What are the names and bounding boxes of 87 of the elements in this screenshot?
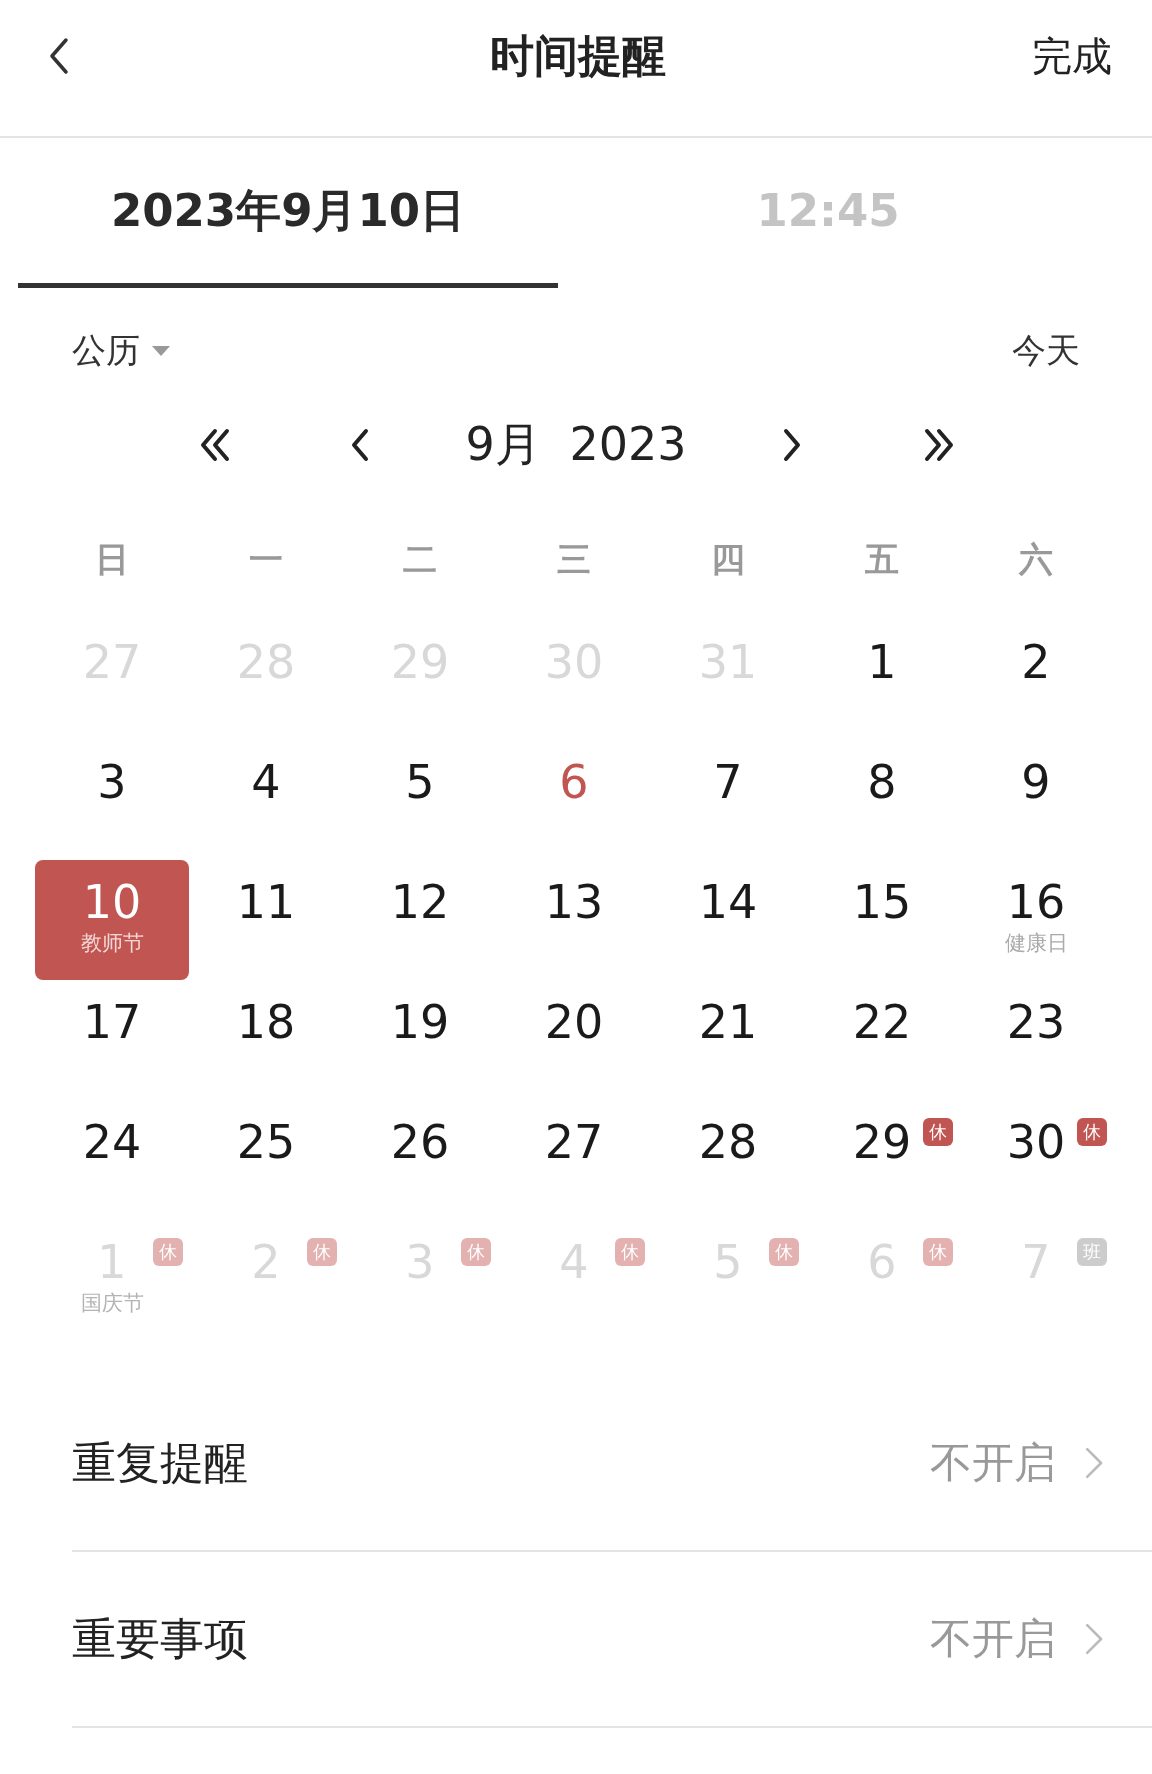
day-number: 4 [251, 754, 281, 810]
tab[interactable]: 2023年9月10日 [18, 138, 558, 288]
day-cell[interactable]: 9 [959, 740, 1113, 860]
day-number: 27 [544, 1114, 604, 1170]
holiday-badge: 休 [615, 1238, 645, 1266]
day-cell[interactable]: 30 休 [959, 1100, 1113, 1220]
day-cell[interactable]: 23 [959, 980, 1113, 1100]
month-year-label: 9月 2023 [464, 416, 688, 473]
day-cell[interactable]: 29 休 [805, 1100, 959, 1220]
day-number: 30 [1006, 1114, 1066, 1170]
today-button[interactable]: 今天 [1012, 328, 1080, 374]
day-number: 25 [236, 1114, 296, 1170]
day-number: 9 [1021, 754, 1051, 810]
day-number: 24 [82, 1114, 142, 1170]
holiday-badge: 休 [153, 1238, 183, 1266]
day-cell[interactable]: 15 [805, 860, 959, 980]
day-number: 3 [97, 754, 127, 810]
day-cell[interactable]: 19 [343, 980, 497, 1100]
weekday-label: 四 [710, 538, 746, 581]
holiday-badge: 休 [923, 1238, 953, 1266]
day-cell[interactable]: 18 [189, 980, 343, 1100]
caret-icon [152, 346, 170, 356]
day-number: 6 [559, 754, 589, 810]
holiday-label: 健康日 [1004, 930, 1068, 956]
day-cell[interactable]: 21 [651, 980, 805, 1100]
day-number: 15 [852, 874, 912, 930]
day-number: 23 [1006, 994, 1066, 1050]
day-cell[interactable]: 13 [497, 860, 651, 980]
day-number: 22 [852, 994, 912, 1050]
day-number: 14 [698, 874, 758, 930]
calendar-type-dropdown[interactable]: 公历 [72, 328, 170, 374]
day-cell[interactable]: 26 [343, 1100, 497, 1220]
day-number: 11 [236, 874, 296, 930]
weekday-label: 日 [94, 538, 130, 581]
day-cell[interactable]: 8 [805, 740, 959, 860]
weekday-label: 六 [1017, 538, 1054, 581]
day-cell[interactable]: 25 [189, 1100, 343, 1220]
done-button[interactable]: 完成 [1032, 28, 1112, 84]
day-number: 20 [544, 994, 604, 1050]
day-cell[interactable]: 4 [189, 740, 343, 860]
holiday-badge: 休 [307, 1238, 337, 1266]
day-cell[interactable]: 7 [651, 740, 805, 860]
selected-day-cell[interactable]: 10 教师节 [35, 860, 189, 980]
day-cell[interactable]: 2 [959, 620, 1113, 740]
weekday-label: 二 [402, 538, 438, 581]
day-cell[interactable]: 3 [35, 740, 189, 860]
day-number: 1 [867, 634, 897, 690]
day-number: 5 [405, 754, 435, 810]
weekday-label: 三 [556, 538, 592, 581]
day-number: 12 [390, 874, 450, 930]
day-number: 21 [698, 994, 758, 1050]
holiday-badge: 休 [1077, 1118, 1107, 1146]
day-number: 13 [544, 874, 604, 930]
holiday-label: 教师节 [80, 930, 144, 956]
day-number: 8 [867, 754, 897, 810]
day-cell[interactable]: 28 [651, 1100, 805, 1220]
day-cell[interactable]: 12 [343, 860, 497, 980]
holiday-badge: 休 [923, 1118, 953, 1146]
weekday-label: 五 [864, 538, 900, 581]
weekday-label: 一 [248, 538, 284, 581]
day-cell[interactable]: 5 [343, 740, 497, 860]
day-number: 17 [82, 994, 142, 1050]
day-cell[interactable]: 22 [805, 980, 959, 1100]
setting-label: 重复提醒 [72, 1435, 248, 1490]
day-number: 19 [390, 994, 450, 1050]
day-cell[interactable]: 27 [497, 1100, 651, 1220]
day-cell[interactable]: 16 健康日 [959, 860, 1113, 980]
day-cell[interactable]: 20 [497, 980, 651, 1100]
day-number: 10 [82, 874, 142, 930]
holiday-badge: 休 [461, 1238, 491, 1266]
day-number: 16 [1006, 874, 1066, 930]
day-cell[interactable]: 17 [35, 980, 189, 1100]
setting-label: 重要事项 [72, 1611, 248, 1666]
day-cell[interactable]: 14 [651, 860, 805, 980]
day-number: 18 [236, 994, 296, 1050]
day-cell[interactable]: 11 [189, 860, 343, 980]
holiday-label: 国庆节 [80, 1290, 144, 1316]
day-cell[interactable]: 6 [497, 740, 651, 860]
day-number: 26 [390, 1114, 450, 1170]
day-number: 28 [698, 1114, 758, 1170]
day-cell[interactable]: 24 [35, 1100, 189, 1220]
day-number: 2 [1021, 634, 1051, 690]
page-title: 时间提醒 [490, 28, 666, 83]
day-cell[interactable]: 1 [805, 620, 959, 740]
day-number: 7 [713, 754, 743, 810]
holiday-badge: 休 [769, 1238, 799, 1266]
day-number: 29 [852, 1114, 912, 1170]
